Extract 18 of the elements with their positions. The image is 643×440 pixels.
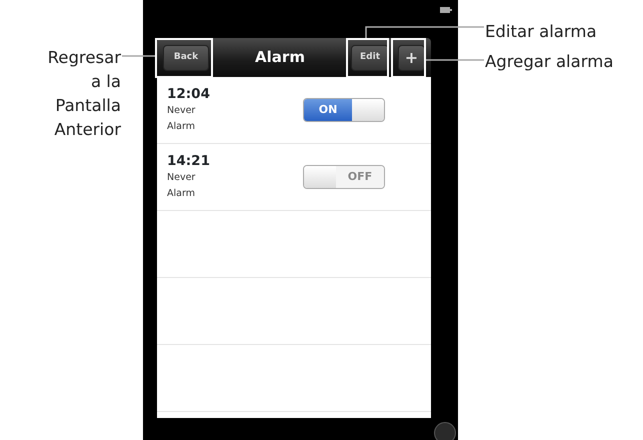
home-button[interactable] [434,422,456,440]
callout-label: Editar alarma [485,21,598,43]
edit-button[interactable]: Edit [351,44,389,70]
leader-line [426,59,484,61]
alarm-repeat: Never [167,104,196,118]
alarm-repeat: Never [167,171,196,185]
battery-icon [440,7,452,13]
back-button[interactable]: Back [163,44,209,70]
alarm-label: Alarm [167,187,196,201]
callout-label: Agregar alarma [485,51,614,73]
alarm-time: 14:21 [167,152,210,170]
toggle-switch[interactable]: ON [303,98,385,122]
alarm-time: 12:04 [167,85,210,103]
nav-title: Alarm [254,47,306,68]
callout-label: Regresar a la Pantalla Anterior [46,47,121,141]
leader-line [122,55,155,57]
add-button[interactable]: + [398,44,425,70]
alarm-label: Alarm [167,120,196,134]
